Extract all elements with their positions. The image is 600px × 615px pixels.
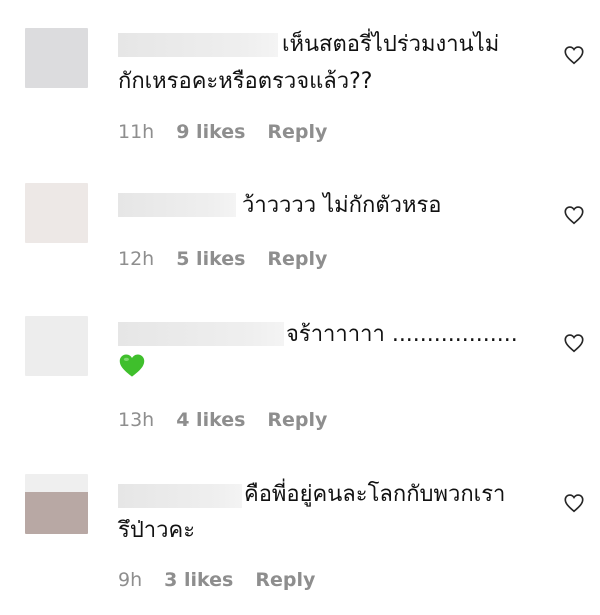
comment-meta: 11h 9 likes Reply — [118, 120, 327, 144]
heart-outline-icon[interactable] — [563, 332, 585, 354]
likes-count[interactable]: 5 likes — [176, 247, 245, 271]
comment-time[interactable]: 11h — [118, 120, 154, 144]
comment-meta: 12h 5 likes Reply — [118, 247, 327, 271]
comment-time[interactable]: 13h — [118, 408, 154, 432]
comment-text: เห็นสตอรี่ไปร่วมงานไม่ — [282, 32, 500, 57]
comment-text: กักเหรอคะหรือตรวจแล้ว?? — [118, 69, 373, 94]
comment-meta: 13h 4 likes Reply — [118, 408, 327, 432]
comment-time[interactable]: 12h — [118, 247, 154, 271]
reply-button[interactable]: Reply — [267, 408, 327, 432]
heart-outline-icon[interactable] — [563, 44, 585, 66]
likes-count[interactable]: 9 likes — [176, 120, 245, 144]
comment-text: ว้าวววว ไม่กักตัวหรอ — [242, 193, 442, 218]
avatar[interactable] — [25, 316, 88, 376]
username-redacted[interactable] — [118, 33, 278, 57]
username-redacted[interactable] — [118, 322, 284, 346]
comment-text: คือพี่อยู่คนละโลกกับพวกเรา — [244, 482, 506, 507]
comment-text: จร้าาาาาา .................. — [286, 322, 518, 347]
avatar[interactable] — [25, 183, 88, 243]
likes-count[interactable]: 3 likes — [164, 568, 233, 592]
comment-text: รึป่าวคะ — [118, 518, 196, 543]
comment-meta: 9h 3 likes Reply — [118, 568, 315, 592]
green-heart-emoji — [119, 354, 145, 377]
likes-count[interactable]: 4 likes — [176, 408, 245, 432]
comment-time[interactable]: 9h — [118, 568, 142, 592]
reply-button[interactable]: Reply — [255, 568, 315, 592]
avatar[interactable] — [25, 474, 88, 534]
heart-outline-icon[interactable] — [563, 204, 585, 226]
reply-button[interactable]: Reply — [267, 247, 327, 271]
username-redacted[interactable] — [118, 193, 236, 217]
avatar[interactable] — [25, 28, 88, 88]
heart-outline-icon[interactable] — [563, 492, 585, 514]
reply-button[interactable]: Reply — [267, 120, 327, 144]
username-redacted[interactable] — [118, 484, 242, 508]
